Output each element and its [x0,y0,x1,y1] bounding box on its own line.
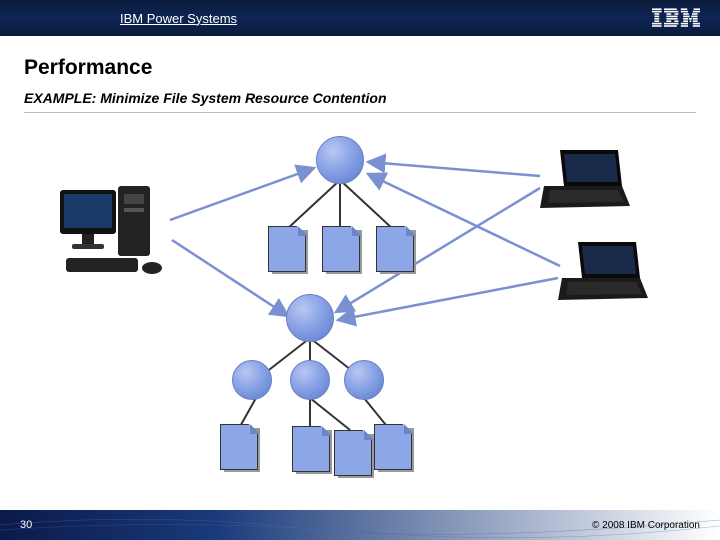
document-node [322,226,358,270]
copyright-text: © 2008 IBM Corporation [592,520,700,531]
desktop-computer-icon [60,180,170,280]
tree-root-node [316,136,364,184]
page-title: Performance [24,56,696,80]
laptop-icon [558,240,650,302]
ibm-logo [652,8,700,33]
document-node [292,426,328,470]
laptop-icon [540,148,632,210]
document-node [220,424,256,468]
header-title: IBM Power Systems [120,11,237,26]
document-node [374,424,410,468]
document-node [376,226,412,270]
document-node [334,430,370,474]
footer-bar: 30 © 2008 IBM Corporation [0,510,720,540]
tree-child-node [344,360,384,400]
page-number: 30 [20,519,32,531]
tree-child-node [232,360,272,400]
tree-root-node [286,294,334,342]
document-node [268,226,304,270]
diagram [0,80,720,480]
header-bar: IBM Power Systems [0,0,720,36]
tree-child-node [290,360,330,400]
